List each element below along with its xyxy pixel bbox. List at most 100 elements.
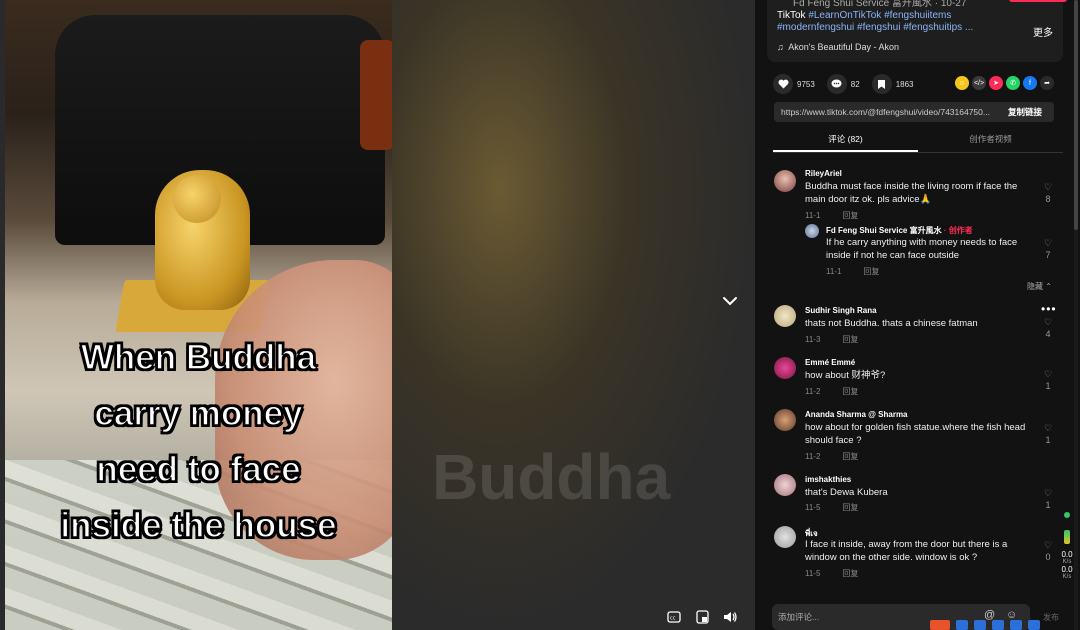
reply-button[interactable]: 回复 — [842, 452, 858, 461]
reply-button[interactable]: 回复 — [842, 211, 858, 220]
like-count: 9753 — [797, 79, 815, 89]
save-stat[interactable]: 1863 — [871, 74, 914, 94]
comment-text: how about for golden fish statue.where t… — [805, 422, 1026, 446]
comment-author[interactable]: RileyAriel — [805, 169, 842, 178]
avatar[interactable] — [774, 170, 796, 192]
share-icons-row: ☺ </> ➤ ✆ f ➦ — [955, 76, 1054, 90]
comment-meta: 11-5 回复 — [805, 568, 880, 579]
comment-text: thats not Buddha. thats a chinese fatman — [805, 318, 978, 329]
reply-button[interactable]: 回复 — [863, 267, 879, 276]
comment-author[interactable]: Ananda Sharma @ Sharma — [805, 410, 908, 419]
music-link[interactable]: ♫ Akon's Beautiful Day - Akon — [777, 42, 899, 52]
follow-button[interactable] — [1009, 0, 1067, 2]
hashtag-links[interactable]: #LearnOnTikTok #fengshuiitems — [808, 10, 951, 21]
comment-like-count: 1 — [1045, 381, 1051, 391]
comment-item: พี่เจ I face it inside, away from the do… — [755, 524, 1065, 584]
blurred-background: Buddha — [392, 0, 755, 630]
avatar[interactable] — [774, 357, 796, 379]
reply-author-name: Fd Feng Shui Service 富升風水 — [826, 226, 942, 235]
app-tray-icon[interactable] — [1010, 620, 1022, 630]
video-description-box: Fd Feng Shui Service 富升風水 · 10-27 TikTok… — [767, 0, 1067, 62]
comment-date: 11-1 — [805, 211, 821, 220]
reply-button[interactable]: 回复 — [842, 387, 858, 396]
avatar[interactable] — [774, 526, 796, 548]
comment-count: 82 — [850, 79, 860, 89]
video-link-row: https://www.tiktok.com/@fdfengshui/video… — [774, 102, 1054, 122]
hide-replies-button[interactable]: 隐藏 ⌃ — [1027, 281, 1052, 292]
tab-creator-videos[interactable]: 创作者视频 — [918, 133, 1063, 152]
heart-icon — [773, 74, 793, 94]
app-tray-icon[interactable] — [974, 620, 986, 630]
buddha-head-shape — [173, 175, 221, 223]
comment-item: imshakthies that's Dewa Kubera 11-5 回复 ♡ … — [755, 472, 1065, 522]
avatar[interactable] — [805, 224, 819, 238]
reply-button[interactable]: 回复 — [842, 569, 858, 578]
app-tray-icon[interactable] — [992, 620, 1004, 630]
captions-icon[interactable]: cc — [665, 608, 683, 626]
app-tray-icon[interactable] — [956, 620, 968, 630]
panel-tabs: 评论 (82) 创作者视频 — [773, 133, 1063, 153]
facebook-icon[interactable]: f — [1023, 76, 1037, 90]
comment-author[interactable]: Emmé Emmé — [805, 358, 855, 367]
caption-line: need to face — [96, 449, 302, 490]
comment-item: Sudhir Singh Rana thats not Buddha. that… — [755, 303, 1065, 353]
scrollbar-thumb[interactable] — [1074, 0, 1078, 230]
heart-outline-icon: ♡ — [1043, 369, 1053, 379]
reply-item: Fd Feng Shui Service 富升風水 · 创作者 If he ca… — [755, 222, 1065, 282]
video-player[interactable]: Buddha When Buddha carry money need to f… — [0, 0, 755, 630]
reply-button[interactable]: 回复 — [842, 335, 858, 344]
tab-comments[interactable]: 评论 (82) — [773, 133, 918, 152]
comment-like[interactable]: ♡ 1 — [1040, 423, 1056, 445]
app-tray-icon[interactable] — [1028, 620, 1040, 630]
comment-stat[interactable]: 82 — [826, 74, 860, 94]
more-button[interactable]: 更多 — [1033, 24, 1053, 39]
heart-outline-icon: ♡ — [1043, 182, 1053, 192]
comment-like[interactable]: ♡ 7 — [1040, 238, 1056, 260]
chair-wood-shape — [360, 40, 392, 150]
hashtag-links[interactable]: #modernfengshui #fengshui #fengshuitips … — [777, 22, 973, 33]
avatar[interactable] — [774, 409, 796, 431]
comment-like[interactable]: ♡ 1 — [1040, 488, 1056, 510]
comment-like-count: 1 — [1045, 435, 1051, 445]
description-text: TikTok — [777, 10, 809, 21]
details-panel: Fd Feng Shui Service 富升風水 · 10-27 TikTok… — [755, 0, 1080, 630]
next-video-chevron-down-icon[interactable] — [719, 290, 741, 312]
embed-icon[interactable]: </> — [972, 76, 986, 90]
usage-bar-icon — [1064, 530, 1070, 544]
comment-like[interactable]: ♡ 8 — [1040, 182, 1056, 204]
app-tray-icon[interactable] — [930, 620, 950, 630]
comment-meta: 11-3 回复 — [805, 334, 880, 345]
comment-meta: 11-1 回复 — [826, 266, 901, 277]
comment-author[interactable]: Fd Feng Shui Service 富升風水 · 创作者 — [826, 225, 973, 236]
comment-like[interactable]: ♡ 0 — [1040, 540, 1056, 562]
video-frame[interactable]: When Buddha carry money need to face ins… — [5, 0, 392, 630]
avatar[interactable] — [774, 474, 796, 496]
comment-meta: 11-2 回复 — [805, 386, 880, 397]
whatsapp-icon[interactable]: ✆ — [1006, 76, 1020, 90]
send-icon[interactable]: ➤ — [989, 76, 1003, 90]
video-caption: When Buddha carry money need to face ins… — [5, 330, 392, 554]
copy-link-button[interactable]: 复制链接 — [996, 106, 1054, 118]
volume-icon[interactable] — [721, 608, 739, 626]
emoji-icon[interactable]: ☺ — [955, 76, 969, 90]
upload-speed: 0.0 — [1061, 550, 1073, 559]
caption-line: When Buddha — [80, 337, 317, 378]
picture-in-picture-icon[interactable] — [693, 608, 711, 626]
comment-meta: 11-2 回复 — [805, 451, 880, 462]
network-speed-widget: 0.0 K/s 0.0 K/s — [1057, 506, 1077, 606]
reply-button[interactable]: 回复 — [842, 503, 858, 512]
avatar[interactable] — [774, 305, 796, 327]
heart-outline-icon: ♡ — [1043, 423, 1053, 433]
comment-author[interactable]: Sudhir Singh Rana — [805, 306, 877, 315]
share-arrow-icon[interactable]: ➦ — [1040, 76, 1054, 90]
video-url[interactable]: https://www.tiktok.com/@fdfengshui/video… — [774, 107, 996, 117]
comment-like[interactable]: ♡ 1 — [1040, 369, 1056, 391]
comment-like[interactable]: ♡ 4 — [1040, 317, 1056, 339]
like-stat[interactable]: 9753 — [773, 74, 815, 94]
tiktok-video-page: Buddha When Buddha carry money need to f… — [0, 0, 1080, 630]
author-line[interactable]: Fd Feng Shui Service 富升風水 · 10-27 — [793, 0, 966, 9]
download-unit: K/s — [1062, 574, 1072, 580]
comment-list: RileyAriel Buddha must face inside the l… — [755, 160, 1065, 600]
comment-like-count: 1 — [1045, 500, 1051, 510]
comment-author[interactable]: imshakthies — [805, 475, 851, 484]
